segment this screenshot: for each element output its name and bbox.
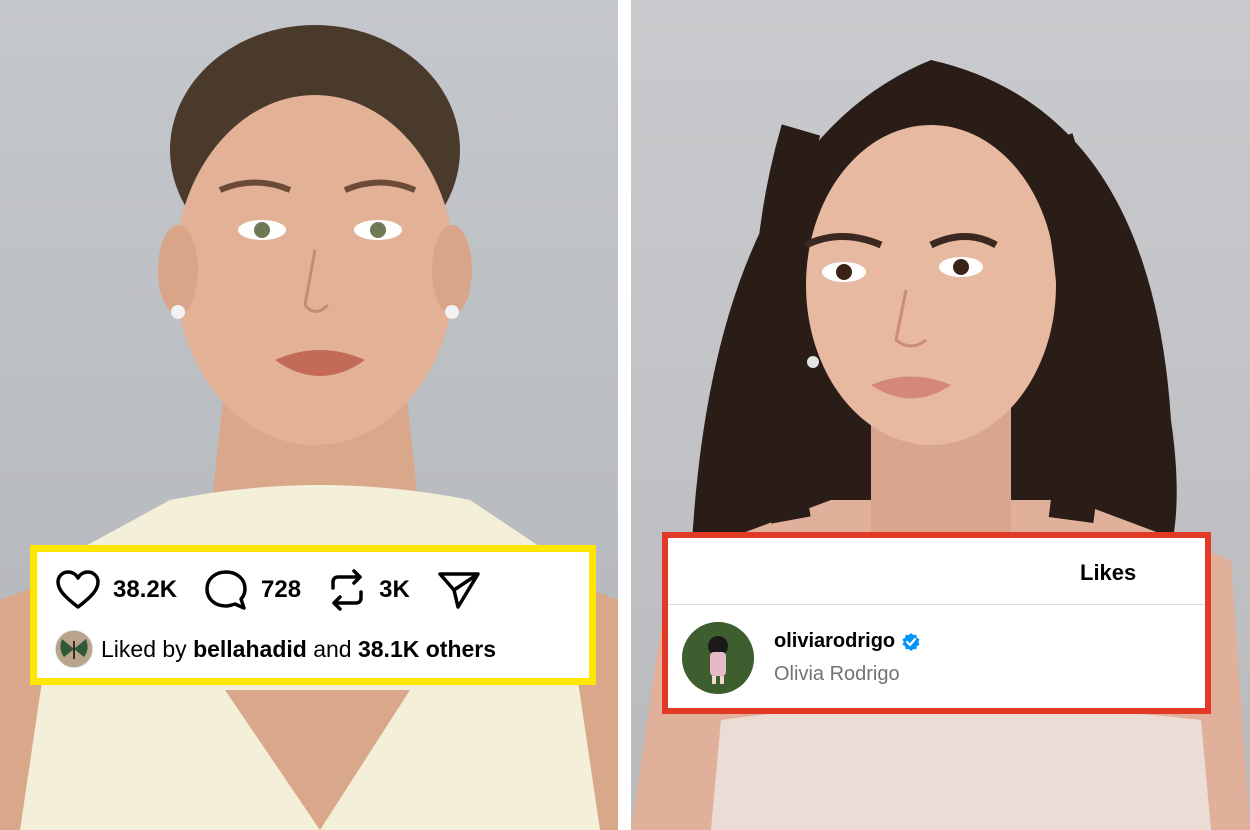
repost-icon[interactable] <box>327 568 367 612</box>
repost-stat[interactable]: 3K <box>327 568 410 612</box>
share-icon[interactable] <box>436 569 482 611</box>
likes-title: Likes <box>1080 560 1137 585</box>
likes-count: 38.2K <box>113 576 178 603</box>
avatar-image <box>682 622 754 694</box>
left-portrait-image <box>0 25 618 830</box>
liked-by-username[interactable]: bellahadid <box>193 636 307 663</box>
liked-by-others[interactable]: 38.1K others <box>358 636 496 663</box>
likes-list-card: Likes oliviarodrigo Olivia Rodrigo <box>662 532 1211 714</box>
liker-full-name: Olivia Rodrigo <box>774 663 900 685</box>
engagement-stats-row: 38.2K 728 3K <box>55 568 508 612</box>
username-line: oliviarodrigo <box>774 630 921 653</box>
comment-stat[interactable]: 728 <box>203 568 301 612</box>
like-stat[interactable]: 38.2K <box>55 569 177 611</box>
panel-divider <box>618 0 631 830</box>
liked-by-and: and <box>313 635 352 662</box>
liked-by-prefix: Liked by <box>101 635 187 662</box>
liked-by-line: Liked by bellahadid and 38.1K others <box>55 630 496 668</box>
post-engagement-card: 38.2K 728 3K Liked by bellahadid and 38.… <box>30 545 596 685</box>
liker-username[interactable]: oliviarodrigo <box>774 630 895 653</box>
heart-icon[interactable] <box>55 569 101 611</box>
liker-text: oliviarodrigo Olivia Rodrigo <box>774 630 921 686</box>
liker-row[interactable]: oliviarodrigo Olivia Rodrigo <box>682 622 921 694</box>
liked-by-avatar[interactable] <box>55 630 93 668</box>
left-photo <box>0 0 618 830</box>
comment-icon[interactable] <box>203 568 249 612</box>
comments-count: 728 <box>261 576 302 603</box>
share-stat[interactable] <box>436 569 482 611</box>
likes-list-header: Likes <box>668 538 1205 605</box>
butterfly-icon <box>56 631 92 667</box>
reposts-count: 3K <box>379 576 410 603</box>
avatar[interactable] <box>682 622 754 694</box>
verified-badge-icon <box>902 632 920 651</box>
